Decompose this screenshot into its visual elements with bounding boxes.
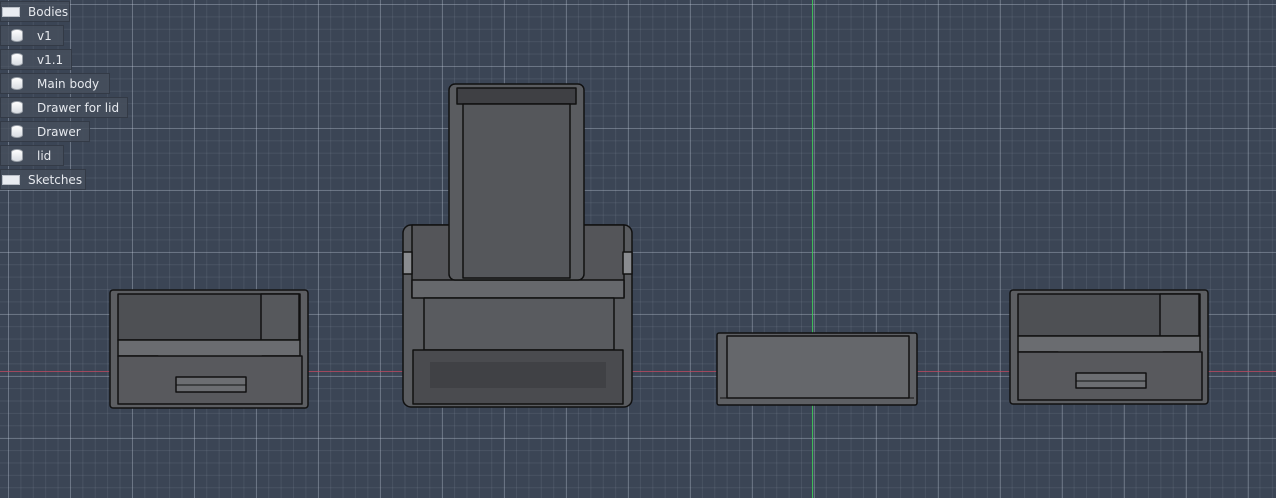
folder-icon: [2, 6, 20, 17]
model-lid[interactable]: [716, 332, 918, 406]
body-item-label: Drawer: [37, 124, 81, 139]
body-icon: [11, 77, 23, 90]
folder-sketches-label: Sketches: [28, 172, 83, 187]
body-icon: [11, 101, 23, 114]
3d-viewport[interactable]: [0, 0, 1276, 498]
model-drawer-left[interactable]: [109, 289, 309, 409]
body-item-drawer[interactable]: Drawer: [0, 121, 90, 142]
folder-sketches[interactable]: Sketches: [0, 169, 86, 190]
body-item-lid[interactable]: lid: [0, 145, 64, 166]
folder-bodies-label: Bodies: [28, 4, 69, 19]
body-icon: [11, 53, 23, 66]
body-item-v1[interactable]: v1: [0, 25, 64, 46]
body-item-label: v1.1: [37, 52, 64, 67]
model-main-body[interactable]: [402, 83, 633, 408]
body-item-label: Drawer for lid: [37, 100, 120, 115]
body-item-drawer-for-lid[interactable]: Drawer for lid: [0, 97, 128, 118]
body-icon: [11, 29, 23, 42]
body-item-label: v1: [37, 28, 52, 43]
body-item-v1-1[interactable]: v1.1: [0, 49, 72, 70]
body-item-main-body[interactable]: Main body: [0, 73, 110, 94]
body-item-label: Main body: [37, 76, 100, 91]
model-scene[interactable]: [0, 0, 1276, 498]
model-drawer-right[interactable]: [1009, 289, 1209, 405]
body-icon: [11, 125, 23, 138]
body-item-label: lid: [37, 148, 52, 163]
folder-icon: [2, 174, 20, 185]
folder-bodies[interactable]: Bodies: [0, 1, 70, 22]
body-icon: [11, 149, 23, 162]
